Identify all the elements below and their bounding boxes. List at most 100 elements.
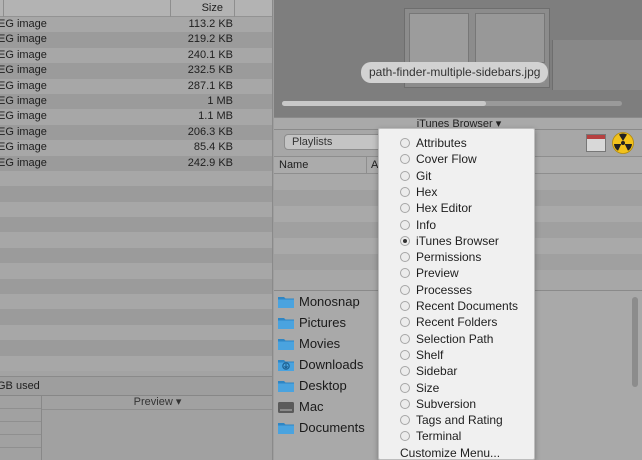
- sidebar-item-mac[interactable]: Mac: [277, 398, 377, 418]
- sidebar-item-downloads[interactable]: Downloads: [277, 356, 377, 376]
- calendar-icon[interactable]: [586, 134, 606, 152]
- menu-item-label: Tags and Rating: [416, 413, 503, 428]
- radio-button-icon: [400, 431, 410, 442]
- menu-item-recent-folders[interactable]: Recent Folders: [379, 314, 534, 330]
- customize-menu-item[interactable]: Customize Menu...: [400, 445, 500, 460]
- folder-icon: [277, 316, 295, 330]
- image-preview-area: path-finder-multiple-sidebars.jpg: [274, 0, 642, 117]
- menu-item-label: iTunes Browser: [416, 233, 499, 248]
- status-bar: GB used: [0, 376, 272, 395]
- menu-item-itunes-browser[interactable]: iTunes Browser: [379, 233, 534, 249]
- menu-item-git[interactable]: Git: [379, 168, 534, 184]
- radio-button-icon: [400, 317, 410, 328]
- preview-scroll-thumb[interactable]: [282, 101, 486, 106]
- preview-thumbnail-edge: [552, 40, 642, 90]
- name-column-header[interactable]: Name: [279, 159, 308, 171]
- sidebar-item-documents[interactable]: Documents: [277, 419, 377, 439]
- file-row[interactable]: EG image 1 MB: [0, 93, 272, 110]
- file-size: 232.5 KB: [187, 64, 233, 77]
- empty-row: [0, 186, 272, 202]
- menu-item-permissions[interactable]: Permissions: [379, 249, 534, 265]
- menu-item-label: Terminal: [416, 429, 462, 444]
- menu-item-label: Permissions: [416, 250, 482, 265]
- menu-item-processes[interactable]: Processes: [379, 282, 534, 298]
- file-kind: EG image: [0, 125, 47, 138]
- file-size: 242.9 KB: [187, 156, 233, 169]
- menu-item-preview[interactable]: Preview: [379, 265, 534, 281]
- sidebar-item-pictures[interactable]: Pictures: [277, 314, 377, 334]
- radio-button-icon: [400, 203, 410, 214]
- menu-item-label: Hex Editor: [416, 201, 473, 216]
- sidebar-item-monosnap[interactable]: Monosnap: [277, 293, 377, 313]
- folder-icon: [277, 295, 295, 309]
- menu-item-label: Subversion: [416, 396, 477, 411]
- radio-button-icon: [400, 268, 410, 279]
- menu-item-label: Recent Folders: [416, 315, 498, 330]
- menu-item-recent-documents[interactable]: Recent Documents: [379, 298, 534, 314]
- size-column-header[interactable]: Size: [170, 0, 235, 17]
- empty-row: [0, 309, 272, 325]
- file-size: 206.3 KB: [187, 125, 233, 138]
- file-row[interactable]: EG image 219.2 KB: [0, 32, 272, 48]
- menu-item-terminal[interactable]: Terminal: [379, 428, 534, 444]
- file-row[interactable]: EG image 85.4 KB: [0, 140, 272, 156]
- file-kind: EG image: [0, 48, 47, 61]
- sidebar-item-label: Desktop: [299, 378, 347, 393]
- radioactive-icon[interactable]: [612, 132, 634, 154]
- radio-button-icon: [400, 219, 410, 230]
- file-row[interactable]: EG image 240.1 KB: [0, 47, 272, 64]
- module-menu: Attributes Cover Flow Git Hex Hex Editor Info…: [378, 128, 535, 460]
- empty-row: [0, 201, 272, 218]
- radio-button-icon: [400, 349, 410, 360]
- menu-item-hex-editor[interactable]: Hex Editor: [379, 200, 534, 216]
- disk-usage-text: GB used: [0, 380, 40, 392]
- menu-item-shelf[interactable]: Shelf: [379, 347, 534, 363]
- menu-item-hex[interactable]: Hex: [379, 184, 534, 200]
- file-row[interactable]: EG image 1.1 MB: [0, 109, 272, 125]
- file-kind: EG image: [0, 94, 47, 107]
- playlists-select[interactable]: Playlists: [284, 134, 384, 150]
- file-row[interactable]: EG image 206.3 KB: [0, 124, 272, 141]
- menu-item-subversion[interactable]: Subversion: [379, 396, 534, 412]
- menu-item-label: Preview: [416, 266, 459, 281]
- menu-item-info[interactable]: Info: [379, 217, 534, 233]
- file-row[interactable]: EG image 287.1 KB: [0, 78, 272, 94]
- file-size: 1.1 MB: [198, 110, 233, 123]
- sidebar-scrollbar[interactable]: [632, 297, 638, 387]
- preview-scroll-track[interactable]: [282, 101, 622, 106]
- column-header-bar: Size: [0, 0, 272, 17]
- file-size: 219.2 KB: [187, 33, 233, 46]
- empty-row: [0, 247, 272, 264]
- preview-module-header[interactable]: Preview ▾: [42, 396, 272, 410]
- sidebar-item-desktop[interactable]: Desktop: [277, 377, 377, 397]
- file-row[interactable]: EG image 232.5 KB: [0, 63, 272, 79]
- menu-item-label: Git: [416, 168, 432, 183]
- menu-item-tags-and-rating[interactable]: Tags and Rating: [379, 412, 534, 428]
- radio-button-icon: [400, 284, 410, 295]
- menu-item-label: Size: [416, 380, 440, 395]
- downloads-folder-icon: [277, 358, 295, 372]
- radio-button-icon: [400, 138, 410, 148]
- sidebar-item-label: Downloads: [299, 357, 364, 372]
- menu-item-label: Attributes: [416, 136, 467, 150]
- sidebar-item-movies[interactable]: Movies: [277, 335, 377, 355]
- file-kind: EG image: [0, 141, 47, 154]
- file-size: 85.4 KB: [193, 141, 233, 154]
- file-kind: EG image: [0, 110, 47, 123]
- file-row[interactable]: EG image 113.2 KB: [0, 17, 272, 33]
- menu-item-selection-path[interactable]: Selection Path: [379, 331, 534, 347]
- menu-item-label: Cover Flow: [416, 152, 477, 167]
- menu-item-cover-flow[interactable]: Cover Flow: [379, 151, 534, 167]
- sidebar-item-label: Documents: [299, 420, 365, 435]
- folder-icon: [277, 337, 295, 351]
- menu-item-sidebar[interactable]: Sidebar: [379, 363, 534, 379]
- radio-button-icon: [400, 252, 410, 263]
- file-size: 113.2 KB: [188, 18, 233, 30]
- file-size: 1 MB: [207, 94, 233, 107]
- kind-column-header[interactable]: [0, 0, 4, 17]
- file-row[interactable]: EG image 242.9 KB: [0, 155, 272, 171]
- empty-row: [0, 355, 272, 371]
- menu-item-attributes[interactable]: Attributes: [379, 135, 534, 151]
- radio-button-icon: [400, 186, 410, 197]
- menu-item-size[interactable]: Size: [379, 380, 534, 396]
